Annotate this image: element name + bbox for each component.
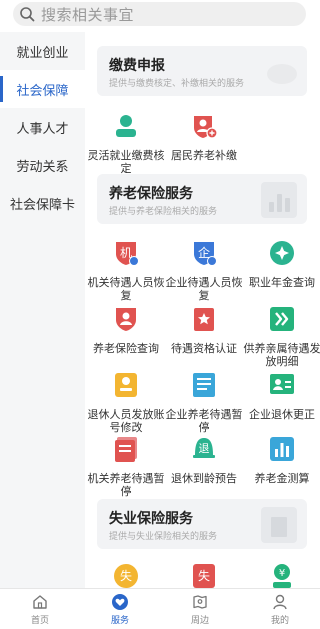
document-stack-icon <box>115 437 137 462</box>
section-header-payment[interactable]: 缴费申报 提供与缴费核定、补缴相关的服务 <box>97 46 307 96</box>
service-item-retirement-notice[interactable]: 退 退休到龄预告 <box>165 435 243 486</box>
qi-badge-icon: 企 <box>194 242 217 266</box>
nav-nearby[interactable]: 周边 <box>160 589 240 629</box>
sidebar-item-security-card[interactable]: 社会保障卡 <box>0 184 85 222</box>
home-icon <box>33 594 47 609</box>
ji-badge-icon: 机 <box>116 242 139 266</box>
service-item-organ-benefit-restore[interactable]: 机 机关待遇人员恢复 <box>87 239 165 303</box>
service-item-enterprise-benefit-restore[interactable]: 企 企业待遇人员恢复 <box>165 239 243 303</box>
section-decoration-icon <box>261 182 297 218</box>
category-sidebar: 就业创业 社会保障 人事人才 劳动关系 社会保障卡 <box>0 32 85 588</box>
person-shield-icon <box>116 308 136 331</box>
section-title: 养老保险服务 <box>109 185 193 201</box>
shi-card-icon: 失 <box>193 564 215 588</box>
sidebar-item-social-security[interactable]: 社会保障 <box>0 70 85 108</box>
section-decoration-icon <box>261 507 297 543</box>
user-icon <box>273 594 287 609</box>
service-item-dependent-benefit-detail[interactable]: 供养亲属待遇发放明细 <box>243 305 320 369</box>
service-item-pension-calculator[interactable]: 养老金测算 <box>243 435 320 486</box>
bar-chart-icon <box>270 437 294 461</box>
search-placeholder: 搜索相关事宜 <box>41 6 135 24</box>
service-item-occupational-annuity[interactable]: 职业年金查询 <box>243 239 320 290</box>
search-icon <box>20 7 35 22</box>
sidebar-item-employment[interactable]: 就业创业 <box>0 32 85 70</box>
section-decoration-icon <box>267 64 297 84</box>
svg-text:退: 退 <box>199 442 210 455</box>
search-input[interactable]: 搜索相关事宜 <box>13 2 306 26</box>
section-header-pension[interactable]: 养老保险服务 提供与养老保险相关的服务 <box>97 174 307 224</box>
star-badge-icon <box>194 308 214 331</box>
service-item-resident-pension-makeup[interactable]: 居民养老补缴 <box>165 112 243 163</box>
shi-coin-icon: 失 <box>114 564 138 588</box>
nav-home[interactable]: 首页 <box>0 589 80 629</box>
service-item-retiree-account-change[interactable]: 退休人员发放账号修改 <box>87 371 165 435</box>
person-id-icon <box>270 374 294 394</box>
account-card-icon <box>115 373 137 397</box>
service-item-enterprise-pension-suspend[interactable]: 企业养老待遇暂停 <box>165 371 243 435</box>
section-header-unemployment[interactable]: 失业保险服务 提供与失业保险相关的服务 <box>97 499 307 549</box>
section-subtitle: 提供与失业保险相关的服务 <box>109 531 218 541</box>
section-subtitle: 提供与缴费核定、补缴相关的服务 <box>109 78 245 88</box>
svg-text:失: 失 <box>198 568 210 583</box>
service-list: 缴费申报 提供与缴费核定、补缴相关的服务 灵活就业缴费核定 居民养老补缴 养老保… <box>85 32 320 588</box>
sidebar-item-labor-relations[interactable]: 劳动关系 <box>0 146 85 184</box>
service-item-unemployment-1[interactable]: 失 <box>87 562 165 588</box>
search-bar: 搜索相关事宜 <box>0 0 320 30</box>
diamond-circle-icon <box>270 241 294 265</box>
svg-text:失: 失 <box>120 568 132 583</box>
service-item-organ-pension-suspend[interactable]: 机关养老待遇暂停 <box>87 435 165 499</box>
person-plus-icon <box>194 116 218 139</box>
service-item-enterprise-retire-correct[interactable]: 企业退休更正 <box>243 371 320 422</box>
heart-icon <box>112 593 128 610</box>
document-lines-icon <box>193 373 215 397</box>
service-item-flexible-payment[interactable]: 灵活就业缴费核定 <box>87 112 165 176</box>
nav-profile[interactable]: 我的 <box>240 589 320 629</box>
section-title: 失业保险服务 <box>109 510 193 526</box>
double-chevron-icon <box>270 307 294 331</box>
service-item-unemployment-3[interactable]: ¥ <box>243 562 320 588</box>
sidebar-item-personnel[interactable]: 人事人才 <box>0 108 85 146</box>
yen-person-icon: ¥ <box>273 564 291 588</box>
tui-bell-icon: 退 <box>193 438 215 458</box>
section-subtitle: 提供与养老保险相关的服务 <box>109 206 218 216</box>
service-item-unemployment-2[interactable]: 失 <box>165 562 243 588</box>
service-item-pension-query[interactable]: 养老保险查询 <box>87 305 165 356</box>
service-item-qualification-cert[interactable]: 待遇资格认证 <box>165 305 243 356</box>
map-pin-icon <box>193 594 207 609</box>
nav-services[interactable]: 服务 <box>80 589 160 629</box>
person-card-icon <box>116 115 136 137</box>
section-title: 缴费申报 <box>109 57 165 73</box>
bottom-nav: 首页 服务 周边 我的 <box>0 588 320 629</box>
svg-text:¥: ¥ <box>279 568 285 579</box>
